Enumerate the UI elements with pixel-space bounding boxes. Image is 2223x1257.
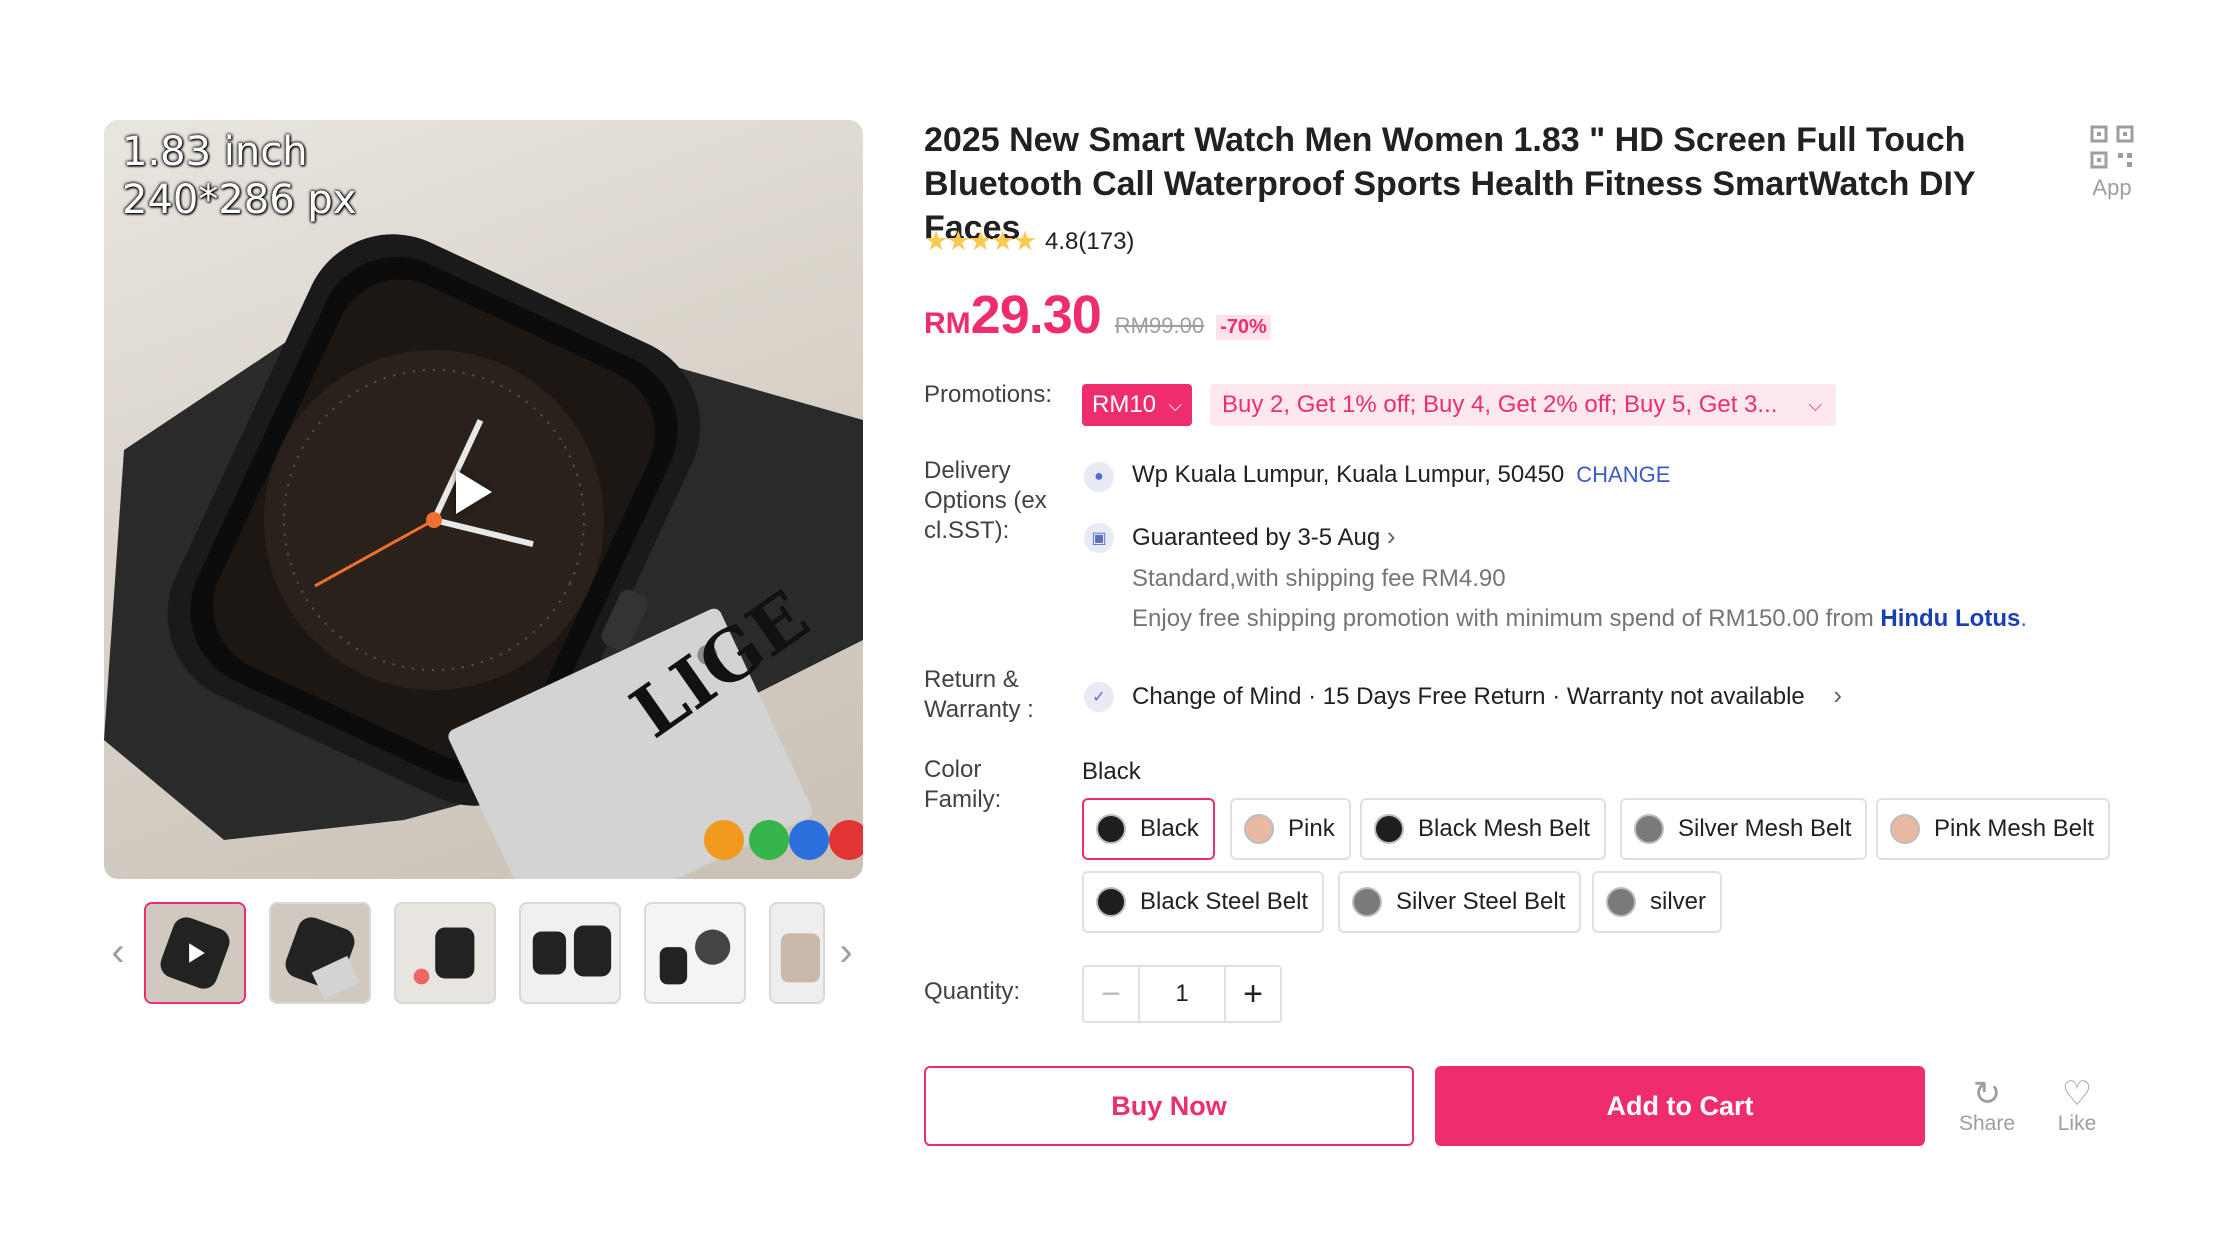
color-option-black-mesh-belt[interactable]: Black Mesh Belt [1360,798,1607,860]
watch-thumbnail-icon [1374,814,1404,844]
thumbnail-carousel: ‹ › [104,900,863,1006]
chevron-right-icon: › [1833,680,1843,710]
delivery-location: Wp Kuala Lumpur, Kuala Lumpur, 50450 CHAN… [1132,461,1671,488]
store-link[interactable]: Hindu Lotus [1880,605,2020,632]
watch-thumbnail-icon [1096,814,1126,844]
play-video-icon[interactable] [456,470,492,514]
chevron-right-icon: › [1386,521,1396,551]
chevron-down-icon: ⌵ [1168,395,1182,415]
watch-thumbnail-icon [1096,887,1126,917]
color-option-silver-steel-belt[interactable]: Silver Steel Belt [1338,871,1582,933]
shipping-fee: Standard,with shipping fee RM4.90 [1132,565,1506,592]
color-family-label: Color Family: [924,756,1002,813]
heart-icon: ♡ [2061,1075,2093,1113]
quantity-stepper: − 1 + [1082,965,1282,1023]
return-policy[interactable]: Change of Mind · 15 Days Free Return · W… [1132,680,1842,712]
thumbnail-item[interactable] [769,902,825,1004]
add-to-cart-button[interactable]: Add to Cart [1435,1066,1925,1146]
rating-summary: 4.8(173) [1045,227,1135,255]
quantity-label: Quantity: [924,978,1021,1005]
price-currency: RM [924,307,971,340]
location-pin-icon: ● [1084,462,1114,492]
color-option-black[interactable]: Black [1082,798,1215,860]
product-main-image[interactable]: LIGE 1.83 inch 240*286 px [104,120,863,879]
discount-badge: -70% [1216,315,1271,340]
change-location-link[interactable]: CHANGE [1576,462,1670,487]
free-shipping-note: Enjoy free shipping promotion with minim… [1132,605,2027,632]
screen-spec-caption: 1.83 inch 240*286 px [122,129,357,223]
watch-thumbnail-icon [1244,814,1274,844]
color-option-silver-mesh-belt[interactable]: Silver Mesh Belt [1620,798,1868,860]
like-label: Like [2057,1112,2097,1135]
color-option-pink-mesh-belt[interactable]: Pink Mesh Belt [1876,798,2111,860]
price-block: RM 29.30 RM99.00 -70% [924,284,1271,346]
app-qr-button[interactable]: App [2086,124,2138,201]
decrease-quantity-button[interactable]: − [1084,967,1140,1021]
thumbnail-item[interactable] [269,902,371,1004]
watch-thumbnail-icon [1606,887,1636,917]
share-button[interactable]: ↻ Share [1952,1076,2022,1136]
voucher-dropdown[interactable]: RM10 ⌵ [1082,384,1192,426]
chevron-left-icon[interactable]: ‹ [106,932,130,972]
increase-quantity-button[interactable]: + [1224,967,1280,1021]
original-price: RM99.00 [1114,313,1205,338]
thumbnail-item[interactable] [144,902,246,1004]
chevron-down-icon: ⌵ [1808,395,1822,415]
delivery-label: Delivery Options (ex cl.SST): [924,457,1047,544]
color-option-black-steel-belt[interactable]: Black Steel Belt [1082,871,1325,933]
share-label: Share [1958,1112,2016,1135]
qr-code-icon [2090,125,2134,169]
watch-thumbnail-icon [1634,814,1664,844]
watch-thumbnail-icon [1352,887,1382,917]
selected-color: Black [1082,758,1141,785]
promotions-label: Promotions: [924,381,1053,408]
color-option-pink[interactable]: Pink [1230,798,1351,860]
bundle-deal-text: Buy 2, Get 1% off; Buy 4, Get 2% off; Bu… [1222,391,1778,418]
bundle-deal-dropdown[interactable]: Buy 2, Get 1% off; Buy 4, Get 2% off; Bu… [1210,384,1836,426]
delivery-guarantee[interactable]: Guaranteed by 3-5 Aug › [1132,521,1396,553]
return-warranty-label: Return & Warranty : [924,666,1034,723]
watch-thumbnail-icon [1890,814,1920,844]
quantity-value[interactable]: 1 [1140,980,1224,1008]
voucher-label: RM10 [1092,391,1157,418]
delivery-box-icon: ▣ [1084,523,1114,553]
shield-icon: ✓ [1084,682,1114,712]
current-price: 29.30 [970,285,1102,345]
thumbnail-item[interactable] [519,902,621,1004]
thumbnail-item[interactable] [394,902,496,1004]
like-button[interactable]: ♡ Like [2042,1076,2112,1136]
app-label: App [2092,175,2132,200]
thumbnail-item[interactable] [644,902,746,1004]
buy-now-button[interactable]: Buy Now [924,1066,1414,1146]
rating-stars-icon: ★★★★★ [924,226,1037,256]
share-icon: ↻ [1972,1075,2002,1113]
product-rating[interactable]: ★★★★★ 4.8(173) [924,226,1134,257]
color-option-silver[interactable]: silver [1592,871,1723,933]
chevron-right-icon[interactable]: › [834,932,858,972]
